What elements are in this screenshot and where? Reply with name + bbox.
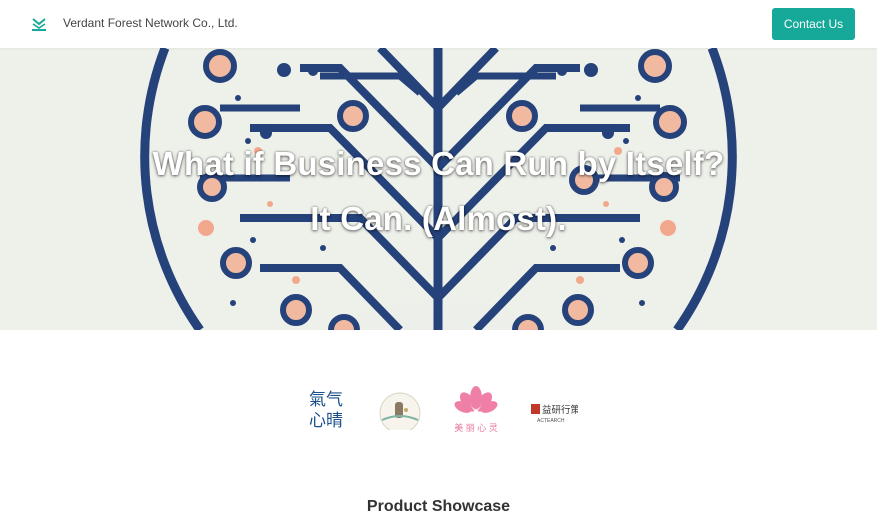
hero-subheadline: It Can. (Almost).	[310, 200, 567, 237]
circuit-tree-illustration	[0, 48, 877, 330]
partner-4-label: 益研行策	[542, 404, 578, 416]
partner-1-line2: 心晴	[309, 411, 343, 430]
site-header: Verdant Forest Network Co., Ltd. Contact…	[0, 0, 877, 48]
contact-us-button[interactable]: Contact Us	[772, 8, 855, 40]
company-logo-icon[interactable]	[30, 15, 48, 33]
partner-logo-actearch[interactable]: 益研行策 ACTEARCH	[528, 380, 581, 430]
partner-3-label: 美 丽 心 灵	[454, 422, 498, 433]
hero-banner: What if Business Can Run by Itself? It C…	[0, 48, 877, 330]
partner-logo-circle-badge[interactable]	[376, 380, 426, 434]
partner-logo-lotus[interactable]: 美 丽 心 灵	[451, 380, 501, 433]
partner-logos: 氣气 心晴 美 丽 心 灵 益研行策 ACTEARCH	[0, 380, 877, 440]
partner-logo-qifen[interactable]: 氣气 心晴	[302, 380, 352, 430]
partner-4-sub: ACTEARCH	[537, 418, 565, 424]
partner-1-line1: 氣气	[309, 390, 343, 409]
company-name[interactable]: Verdant Forest Network Co., Ltd.	[63, 16, 238, 30]
hero-headline: What if Business Can Run by Itself?	[152, 145, 725, 182]
product-showcase-title: Product Showcase	[366, 498, 511, 515]
